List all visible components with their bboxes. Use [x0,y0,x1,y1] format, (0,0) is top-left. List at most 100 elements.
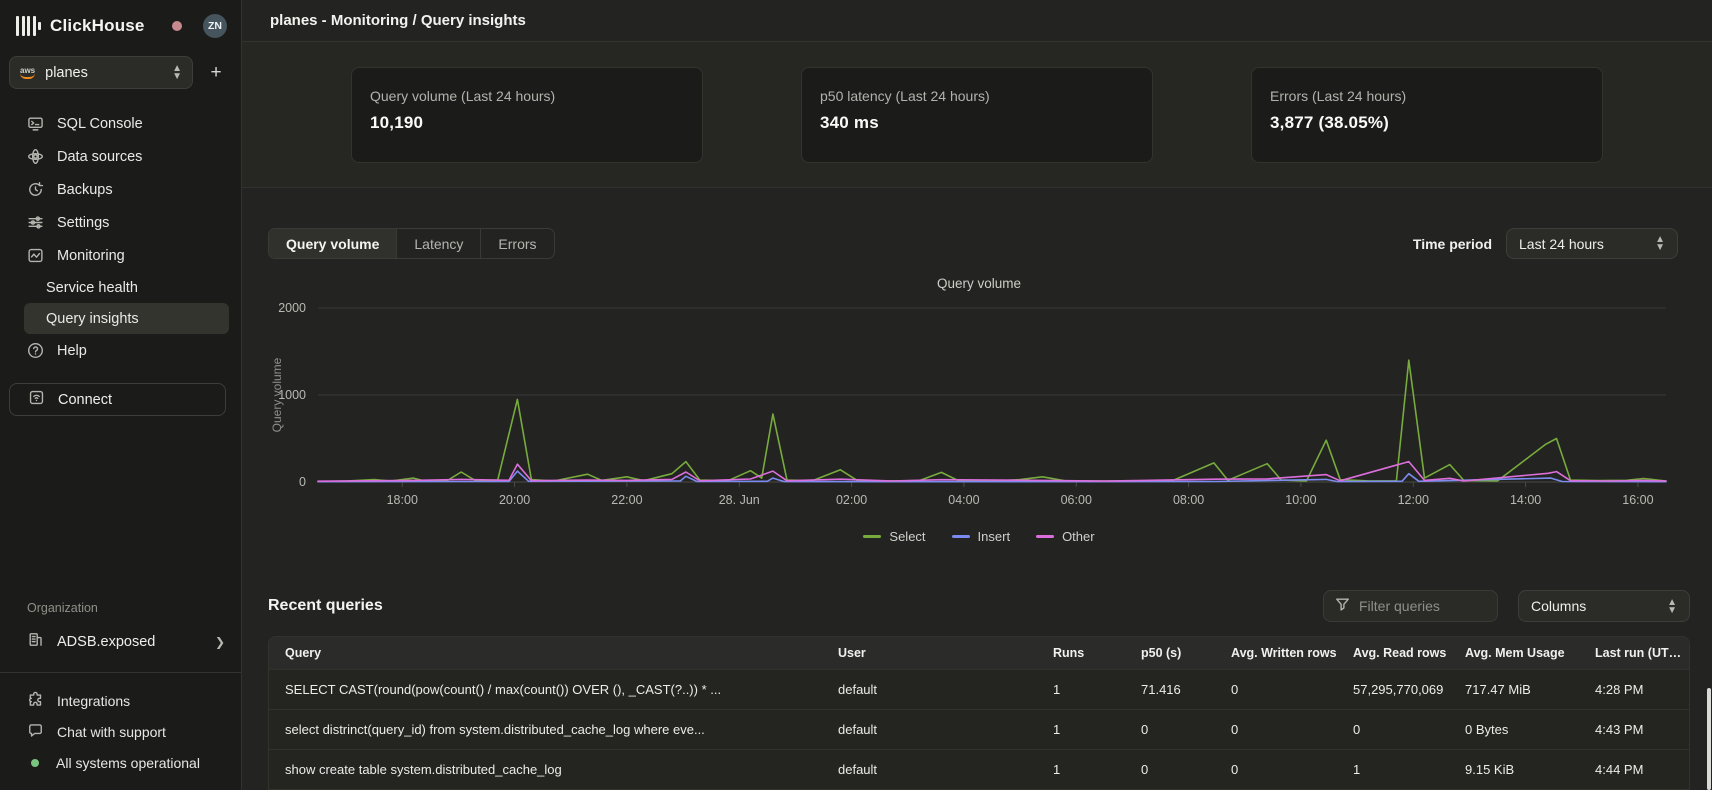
column-header-p50-s-[interactable]: p50 (s) [1125,646,1215,660]
query-volume-chart: 01000200018:0020:0022:0028. Jun02:0004:0… [268,292,1690,512]
columns-select[interactable]: Columns ▲▼ [1518,590,1690,622]
table-cell: 1 [1037,682,1125,697]
sidebar-footer: Integrations Chat with support All systems… [0,672,241,790]
column-header-runs[interactable]: Runs [1037,646,1125,660]
table-row[interactable]: show create table system.distributed_cac… [269,749,1689,789]
stat-card-value: 340 ms [820,113,1134,133]
legend-label: Select [889,529,925,544]
sidebar-item-sql-console[interactable]: SQL Console [0,107,241,140]
tab-errors[interactable]: Errors [481,229,553,258]
organization-name: ADSB.exposed [57,634,155,650]
main-area: planes - Monitoring / Query insights Que… [242,0,1712,790]
legend-item-insert[interactable]: Insert [952,529,1011,544]
sidebar-item-label: Help [57,343,87,359]
puzzle-icon [27,691,44,711]
recent-queries-title: Recent queries [268,597,383,615]
organization-label: Organization [0,601,241,625]
chart-tabs: Query volumeLatencyErrors [268,228,555,259]
backups-icon [27,181,44,198]
sidebar-item-help[interactable]: Help [0,334,241,367]
table-cell: 0 [1337,722,1449,737]
sidebar-item-data-sources[interactable]: Data sources [0,140,241,173]
recent-queries-header: Recent queries Columns ▲▼ [268,590,1690,622]
svg-text:16:00: 16:00 [1622,493,1653,507]
chevron-right-icon: ❯ [215,635,225,649]
sidebar-item-monitoring[interactable]: Monitoring [0,239,241,272]
filter-queries-input[interactable] [1359,598,1487,614]
scrollbar-thumb[interactable] [1707,688,1711,790]
table-cell: 0 [1215,722,1337,737]
connect-button[interactable]: Connect [9,383,226,416]
sort-ascending-icon: ⌃ [1687,649,1689,660]
notification-dot-icon [172,21,182,31]
sidebar-item-service-health[interactable]: Service health [24,272,229,303]
chat-icon [27,722,44,742]
stat-card-value: 3,877 (38.05%) [1270,113,1584,133]
query-cell: show create table system.distributed_cac… [269,762,822,777]
table-cell: default [822,722,1037,737]
sidebar-item-label: SQL Console [57,116,143,132]
organization-switcher[interactable]: ADSB.exposed ❯ [0,625,241,658]
table-row[interactable]: select distrinct(query_id) from system.d… [269,709,1689,749]
table-row[interactable]: SELECT CAST(round(pow(count() / max(coun… [269,669,1689,709]
filter-queries-box[interactable] [1323,590,1498,622]
legend-item-select[interactable]: Select [863,529,925,544]
stat-card-2: Errors (Last 24 hours) 3,877 (38.05%) [1251,67,1603,163]
svg-text:06:00: 06:00 [1061,493,1092,507]
legend-swatch-icon [1036,535,1054,538]
brand-name: ClickHouse [50,16,145,36]
table-cell: default [822,682,1037,697]
sidebar-item-query-insights[interactable]: Query insights [24,303,229,334]
stat-card-value: 10,190 [370,113,684,133]
table-cell: 9.15 KiB [1449,762,1579,777]
table-cell: 0 [1125,762,1215,777]
column-header-avg-read-rows[interactable]: Avg. Read rows [1337,646,1449,660]
legend-swatch-icon [863,535,881,538]
controls-row: Query volumeLatencyErrors Time period La… [268,228,1690,259]
column-header-last-run-utc-[interactable]: Last run (UTC)⌃ [1579,646,1689,660]
chevron-updown-icon: ▲▼ [1667,599,1677,614]
stat-card-1: p50 latency (Last 24 hours) 340 ms [801,67,1153,163]
brand-row: ClickHouse ZN [0,0,241,48]
funnel-icon [1334,596,1351,616]
sidebar-footer-chat-with-support[interactable]: Chat with support [0,716,241,747]
service-selector[interactable]: aws planes ▲▼ [9,56,193,89]
sidebar-item-backups[interactable]: Backups [0,173,241,206]
svg-text:08:00: 08:00 [1173,493,1204,507]
sidebar-footer-all-systems-operational[interactable]: All systems operational [0,747,241,778]
column-header-user[interactable]: User [822,646,1037,660]
time-period: Time period Last 24 hours ▲▼ [1413,228,1678,259]
svg-text:18:00: 18:00 [387,493,418,507]
sidebar-item-settings[interactable]: Settings [0,206,241,239]
column-header-avg-written-rows[interactable]: Avg. Written rows [1215,646,1337,660]
legend-item-other[interactable]: Other [1036,529,1095,544]
svg-text:2000: 2000 [278,301,306,315]
table-cell: 0 Bytes [1449,722,1579,737]
help-icon [27,342,44,359]
stat-card-0: Query volume (Last 24 hours) 10,190 [351,67,703,163]
stat-card-label: Query volume (Last 24 hours) [370,88,684,104]
building-icon [27,631,44,652]
tab-query-volume[interactable]: Query volume [269,229,397,258]
tab-latency[interactable]: Latency [397,229,481,258]
table-cell: 0 [1215,682,1337,697]
column-header-query[interactable]: Query [269,646,822,660]
status-dot-icon [31,759,39,767]
svg-text:04:00: 04:00 [948,493,979,507]
svg-text:20:00: 20:00 [499,493,530,507]
add-service-button[interactable]: + [203,62,229,84]
chart-svg: 01000200018:0020:0022:0028. Jun02:0004:0… [268,292,1690,512]
table-cell: 1 [1037,762,1125,777]
time-period-select[interactable]: Last 24 hours ▲▼ [1506,228,1678,259]
table-cell: 1 [1037,722,1125,737]
avatar[interactable]: ZN [203,14,227,38]
column-header-avg-mem-usage[interactable]: Avg. Mem Usage [1449,646,1579,660]
clickhouse-logo-icon [16,16,41,36]
legend-label: Insert [978,529,1011,544]
query-cell: SELECT CAST(round(pow(count() / max(coun… [269,682,822,697]
svg-text:14:00: 14:00 [1510,493,1541,507]
footer-item-label: Chat with support [57,724,166,740]
sidebar-footer-integrations[interactable]: Integrations [0,685,241,716]
monitoring-icon [27,247,44,264]
chart-title: Query volume [268,276,1690,291]
